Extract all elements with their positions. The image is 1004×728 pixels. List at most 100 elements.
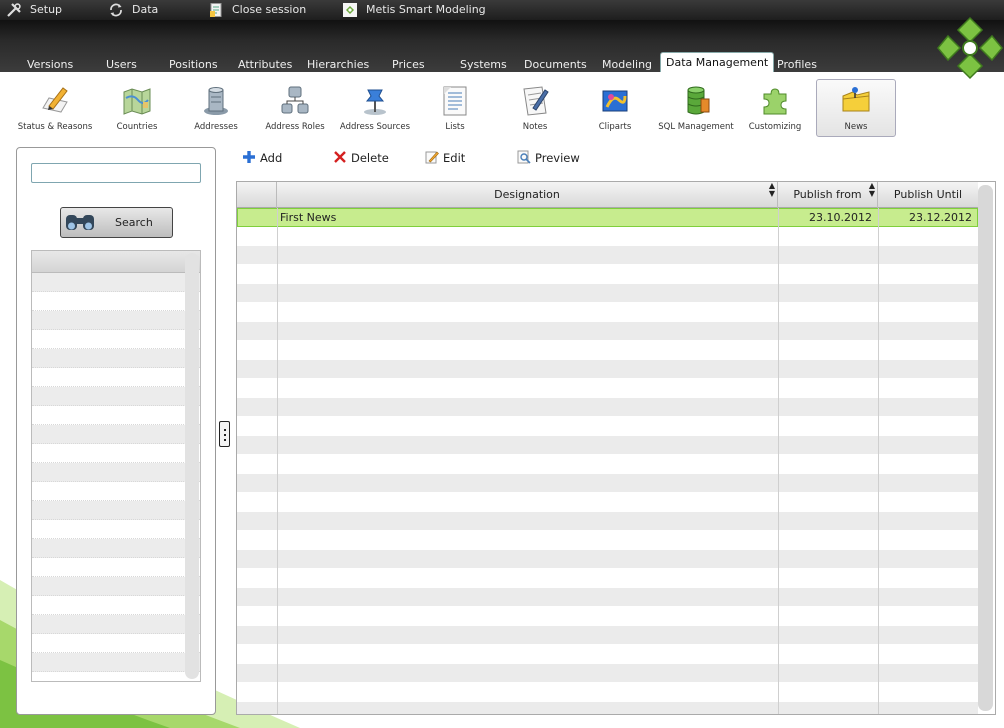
list-item[interactable]	[32, 349, 200, 368]
table-row[interactable]	[237, 569, 978, 588]
table-row[interactable]	[237, 284, 978, 303]
list-item[interactable]	[32, 387, 200, 406]
tool-lists[interactable]: Lists	[415, 80, 495, 138]
list-item[interactable]	[32, 406, 200, 425]
table-row[interactable]	[237, 531, 978, 550]
table-row[interactable]	[237, 227, 978, 246]
table-row[interactable]	[237, 626, 978, 645]
tool-cliparts[interactable]: Cliparts	[575, 80, 655, 138]
tab-modeling[interactable]: Modeling	[602, 58, 652, 72]
tab-data-management[interactable]: Data Management	[660, 52, 775, 72]
list-item[interactable]	[32, 596, 200, 615]
tool-address-roles[interactable]: Address Roles	[255, 80, 335, 138]
column-header-select[interactable]	[237, 182, 277, 208]
tool-countries[interactable]: Countries	[97, 80, 177, 138]
list-item[interactable]	[32, 425, 200, 444]
tool-sql-management[interactable]: SQL Management	[656, 80, 736, 138]
map-icon	[123, 88, 151, 115]
grid-header: Designation ▲ ▼ Publish from ▲ ▼ Publish U…	[237, 182, 978, 208]
tool-notes[interactable]: Notes	[495, 80, 575, 138]
puzzle-icon	[763, 88, 787, 115]
list-item[interactable]	[32, 634, 200, 653]
edit-button[interactable]: Edit	[425, 150, 465, 166]
tool-news[interactable]: News	[816, 79, 896, 137]
tab-documents[interactable]: Documents	[524, 58, 587, 72]
table-row[interactable]: First News 23.10.2012 23.12.2012	[237, 208, 978, 227]
table-row[interactable]	[237, 398, 978, 417]
list-item[interactable]	[32, 368, 200, 387]
tool-status-reasons[interactable]: Status & Reasons	[15, 80, 95, 138]
sort-icon[interactable]: ▲ ▼	[869, 182, 875, 198]
list-item[interactable]	[32, 558, 200, 577]
add-label: Add	[260, 151, 283, 165]
column-header-publish-until[interactable]: Publish Until	[878, 182, 978, 208]
list-item[interactable]	[32, 501, 200, 520]
tab-versions[interactable]: Versions	[27, 58, 73, 72]
preview-button[interactable]: Preview	[517, 150, 580, 166]
table-row[interactable]	[237, 588, 978, 607]
cell-publish-from: 23.10.2012	[809, 211, 872, 224]
grid-scrollbar[interactable]	[978, 185, 993, 711]
close-session-menu[interactable]: Close session	[208, 0, 306, 20]
table-row[interactable]	[237, 474, 978, 493]
sort-icon[interactable]: ▲ ▼	[769, 182, 775, 198]
search-button[interactable]: Search	[60, 207, 173, 238]
list-item[interactable]	[32, 482, 200, 501]
tool-address-sources[interactable]: Address Sources	[335, 80, 415, 138]
list-item[interactable]	[32, 463, 200, 482]
table-row[interactable]	[237, 455, 978, 474]
tab-users[interactable]: Users	[106, 58, 137, 72]
list-item[interactable]	[32, 672, 200, 681]
setup-menu[interactable]: Setup	[6, 0, 62, 20]
table-row[interactable]	[237, 607, 978, 626]
tool-customizing[interactable]: Customizing	[735, 80, 815, 138]
table-row[interactable]	[237, 512, 978, 531]
list-item[interactable]	[32, 273, 200, 292]
table-row[interactable]	[237, 265, 978, 284]
tool-label: SQL Management	[658, 122, 734, 132]
tab-positions[interactable]: Positions	[169, 58, 218, 72]
column-header-designation[interactable]: Designation ▲ ▼	[277, 182, 778, 208]
tab-hierarchies[interactable]: Hierarchies	[307, 58, 369, 72]
list-item[interactable]	[32, 653, 200, 672]
table-row[interactable]	[237, 417, 978, 436]
table-row[interactable]	[237, 379, 978, 398]
list-item[interactable]	[32, 520, 200, 539]
tool-addresses[interactable]: Addresses	[176, 80, 256, 138]
delete-button[interactable]: Delete	[333, 150, 389, 166]
metis-menu[interactable]: Metis Smart Modeling	[342, 0, 486, 20]
server-icon	[204, 87, 228, 115]
metis-label: Metis Smart Modeling	[366, 3, 486, 16]
table-row[interactable]	[237, 702, 978, 714]
table-row[interactable]	[237, 550, 978, 569]
table-row[interactable]	[237, 341, 978, 360]
pencil-paper-icon	[42, 87, 68, 113]
tab-systems[interactable]: Systems	[460, 58, 507, 72]
list-item[interactable]	[32, 615, 200, 634]
designation-header-label: Designation	[494, 188, 560, 201]
table-row[interactable]	[237, 664, 978, 683]
list-item[interactable]	[32, 444, 200, 463]
list-item[interactable]	[32, 311, 200, 330]
table-row[interactable]	[237, 360, 978, 379]
data-menu[interactable]: Data	[108, 0, 158, 20]
list-item[interactable]	[32, 577, 200, 596]
list-scrollbar[interactable]	[185, 253, 199, 679]
table-row[interactable]	[237, 303, 978, 322]
table-row[interactable]	[237, 645, 978, 664]
table-row[interactable]	[237, 436, 978, 455]
column-header-publish-from[interactable]: Publish from ▲ ▼	[778, 182, 878, 208]
tab-attributes[interactable]: Attributes	[238, 58, 292, 72]
panel-splitter-handle[interactable]	[219, 421, 230, 447]
list-item[interactable]	[32, 539, 200, 558]
list-item[interactable]	[32, 292, 200, 311]
table-row[interactable]	[237, 246, 978, 265]
search-input[interactable]	[31, 163, 201, 183]
tab-profiles[interactable]: Profiles	[777, 58, 817, 72]
add-button[interactable]: Add	[242, 150, 282, 166]
tab-prices[interactable]: Prices	[392, 58, 425, 72]
table-row[interactable]	[237, 322, 978, 341]
table-row[interactable]	[237, 683, 978, 702]
list-item[interactable]	[32, 330, 200, 349]
table-row[interactable]	[237, 493, 978, 512]
